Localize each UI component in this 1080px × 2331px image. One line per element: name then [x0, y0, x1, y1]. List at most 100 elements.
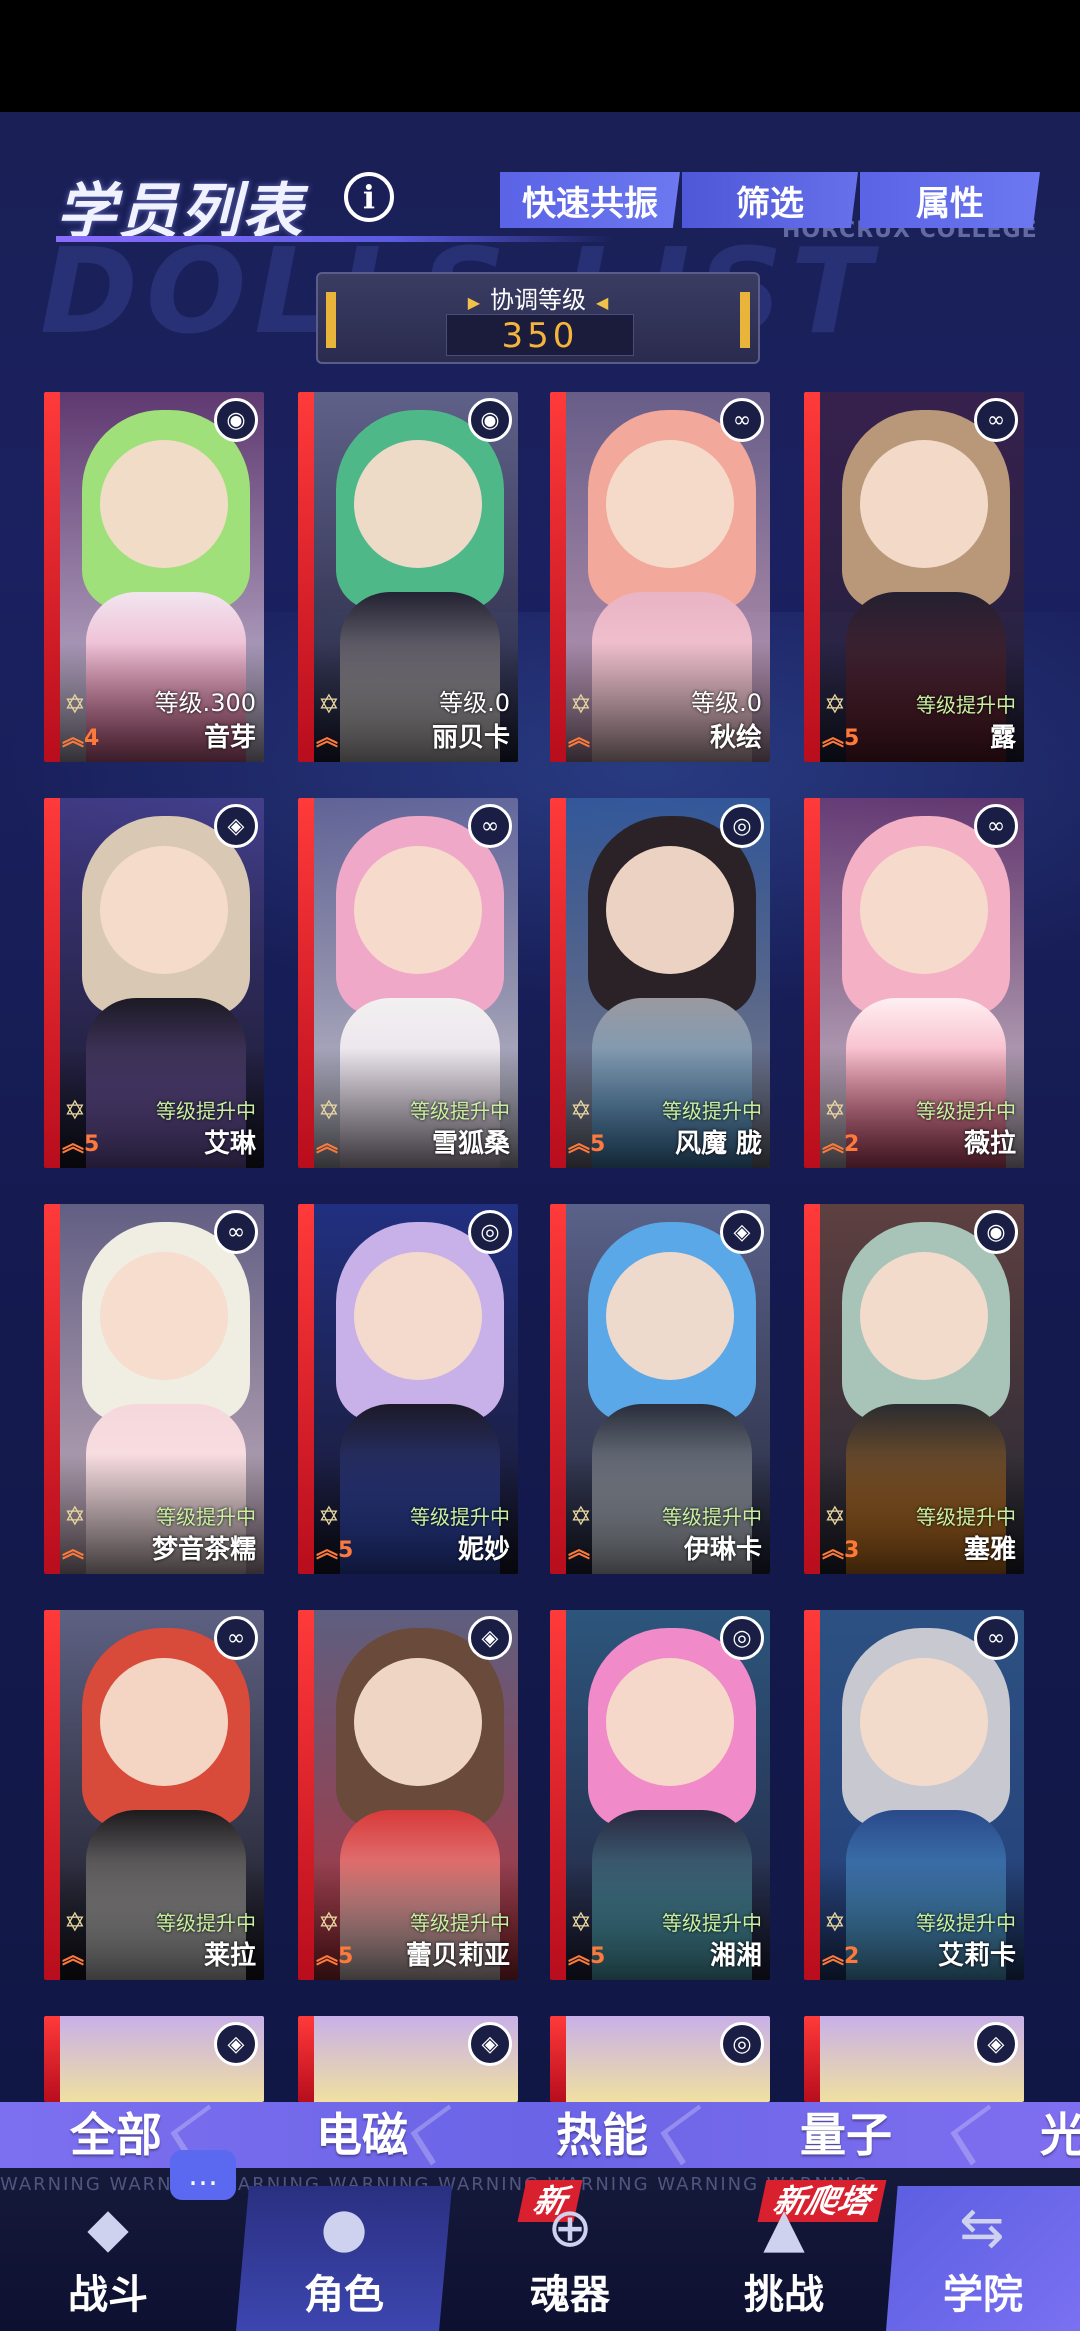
triangle-left-icon: ◀: [596, 293, 609, 312]
card-name: 伊琳卡: [683, 1535, 762, 1565]
character-card[interactable]: ∞ ✡ 等级提升中 雪狐桑 ︽: [298, 798, 518, 1168]
card-name: 薇拉: [963, 1129, 1016, 1159]
portrait-face: [100, 1252, 228, 1380]
card-status: 等级提升中: [662, 1505, 762, 1529]
card-rank-value: 3: [844, 1538, 860, 1563]
filter-button[interactable]: 筛选: [682, 172, 858, 228]
character-card[interactable]: ∞ ✡ 等级提升中 艾莉卡 ︽2: [804, 1610, 1024, 1980]
character-card[interactable]: ∞ ✡ 等级提升中 薇拉 ︽2: [804, 798, 1024, 1168]
nav-academy[interactable]: ⇆ 学院: [886, 2186, 1080, 2331]
element-filter-bar: 全部 电磁 热能 量子 光: [0, 2102, 1080, 2168]
rank-star-icon: ✡: [824, 1908, 846, 1938]
card-name: 音芽: [203, 723, 256, 753]
portrait-face: [606, 440, 734, 568]
card-rarity-bar: [298, 1610, 314, 1980]
character-card[interactable]: ◉ ✡ 等级.0 丽贝卡 ︽: [298, 392, 518, 762]
card-status: 等级提升中: [916, 1099, 1016, 1123]
card-status: 等级.300: [154, 689, 256, 717]
info-icon[interactable]: i: [344, 172, 394, 222]
card-name: 风魔 胧: [674, 1129, 762, 1159]
character-card[interactable]: ◈ ✡ 等级提升中 艾琳 ︽5: [44, 798, 264, 1168]
character-card-partial[interactable]: ◎: [550, 2016, 770, 2102]
triangle-right-icon: ▶: [467, 293, 480, 312]
filter-quantum[interactable]: 量子: [800, 2102, 892, 2168]
rank-star-icon: ✡: [64, 1096, 86, 1126]
filter-thermal[interactable]: 热能: [556, 2102, 648, 2168]
character-card[interactable]: ∞ ✡ 等级提升中 梦音茶糯 ︽: [44, 1204, 264, 1574]
filter-all[interactable]: 全部: [70, 2102, 162, 2168]
rank-star-icon: ✡: [570, 1502, 592, 1532]
chat-icon[interactable]: …: [170, 2150, 236, 2200]
character-card[interactable]: ∞ ✡ 等级.0 秋绘 ︽: [550, 392, 770, 762]
card-status: 等级提升中: [156, 1099, 256, 1123]
card-rarity-bar: [804, 1204, 820, 1574]
rank-star-icon: ✡: [824, 690, 846, 720]
sync-level-panel: ▶ 协调等级 ◀ 350: [316, 272, 760, 364]
nav-soul-vessel[interactable]: 新 ⊕ 魂器: [462, 2180, 678, 2331]
nav-challenge[interactable]: 新爬塔 ▲ 挑战: [676, 2180, 892, 2331]
rank-chevron-icon: ︽: [568, 1538, 591, 1563]
card-rank-value: 4: [84, 726, 100, 751]
card-rank: ︽5: [316, 1532, 353, 1564]
rank-star-icon: ✡: [64, 1502, 86, 1532]
card-rank: ︽: [316, 1126, 338, 1158]
card-rank-value: 5: [338, 1538, 354, 1563]
card-rarity-bar: [804, 2016, 820, 2102]
card-status: 等级.0: [691, 689, 762, 717]
character-card[interactable]: ◎ ✡ 等级提升中 妮妙 ︽5: [298, 1204, 518, 1574]
character-card[interactable]: ◈ ✡ 等级提升中 伊琳卡 ︽: [550, 1204, 770, 1574]
character-card[interactable]: ◈ ✡ 等级提升中 蕾贝莉亚 ︽5: [298, 1610, 518, 1980]
card-rank: ︽: [62, 1938, 84, 1970]
card-status: 等级提升中: [410, 1505, 510, 1529]
rank-star-icon: ✡: [570, 690, 592, 720]
card-status: 等级提升中: [662, 1911, 762, 1935]
card-name: 露: [989, 723, 1016, 753]
card-rarity-bar: [550, 2016, 566, 2102]
card-status: 等级提升中: [916, 693, 1016, 717]
filter-separator: [410, 2104, 470, 2166]
rank-chevron-icon: ︽: [568, 726, 591, 751]
diamond-icon: ◈: [720, 1210, 764, 1254]
card-rank: ︽5: [568, 1938, 605, 1970]
character-card[interactable]: ◎ ✡ 等级提升中 风魔 胧 ︽5: [550, 798, 770, 1168]
rank-chevron-icon: ︽: [568, 1944, 591, 1969]
rank-chevron-icon: ︽: [62, 1132, 85, 1157]
card-name: 艾莉卡: [937, 1941, 1016, 1971]
card-rank-value: 5: [844, 726, 860, 751]
filter-electromagnetic[interactable]: 电磁: [316, 2102, 408, 2168]
character-card-partial[interactable]: ◈: [298, 2016, 518, 2102]
card-status: 等级提升中: [156, 1911, 256, 1935]
nav-battle[interactable]: ◆ 战斗: [0, 2186, 216, 2331]
rank-chevron-icon: ︽: [568, 1132, 591, 1157]
character-card[interactable]: ◉ ✡ 等级提升中 塞雅 ︽3: [804, 1204, 1024, 1574]
filter-light[interactable]: 光: [1040, 2102, 1080, 2168]
portrait-face: [354, 1252, 482, 1380]
character-card[interactable]: ◎ ✡ 等级提升中 湘湘 ︽5: [550, 1610, 770, 1980]
rank-star-icon: ✡: [570, 1096, 592, 1126]
character-card[interactable]: ◉ ✡ 等级.300 音芽 ︽4: [44, 392, 264, 762]
attribute-button[interactable]: 属性: [860, 172, 1040, 228]
character-card-partial[interactable]: ◈: [44, 2016, 264, 2102]
card-name: 莱拉: [203, 1941, 256, 1971]
nav-characters[interactable]: ● 角色: [236, 2186, 452, 2331]
status-bar: [0, 0, 1080, 112]
card-rank: ︽: [568, 720, 590, 752]
card-rank-value: 5: [338, 1944, 354, 1969]
infinity-icon: ∞: [468, 804, 512, 848]
infinity-icon: ∞: [974, 804, 1018, 848]
card-name: 湘湘: [709, 1941, 762, 1971]
rank-chevron-icon: ︽: [822, 1538, 845, 1563]
portrait-face: [354, 1658, 482, 1786]
card-rank-value: 5: [590, 1132, 606, 1157]
character-card[interactable]: ∞ ✡ 等级提升中 莱拉 ︽: [44, 1610, 264, 1980]
card-rarity-bar: [44, 1610, 60, 1980]
card-rarity-bar: [804, 392, 820, 762]
rank-chevron-icon: ︽: [62, 726, 85, 751]
challenge-icon: ▲: [763, 2196, 805, 2259]
rank-star-icon: ✡: [824, 1502, 846, 1532]
portrait-face: [606, 1252, 734, 1380]
card-rarity-bar: [550, 1610, 566, 1980]
quick-resonance-button[interactable]: 快速共振: [500, 172, 680, 228]
character-card-partial[interactable]: ◈: [804, 2016, 1024, 2102]
character-card[interactable]: ∞ ✡ 等级提升中 露 ︽5: [804, 392, 1024, 762]
